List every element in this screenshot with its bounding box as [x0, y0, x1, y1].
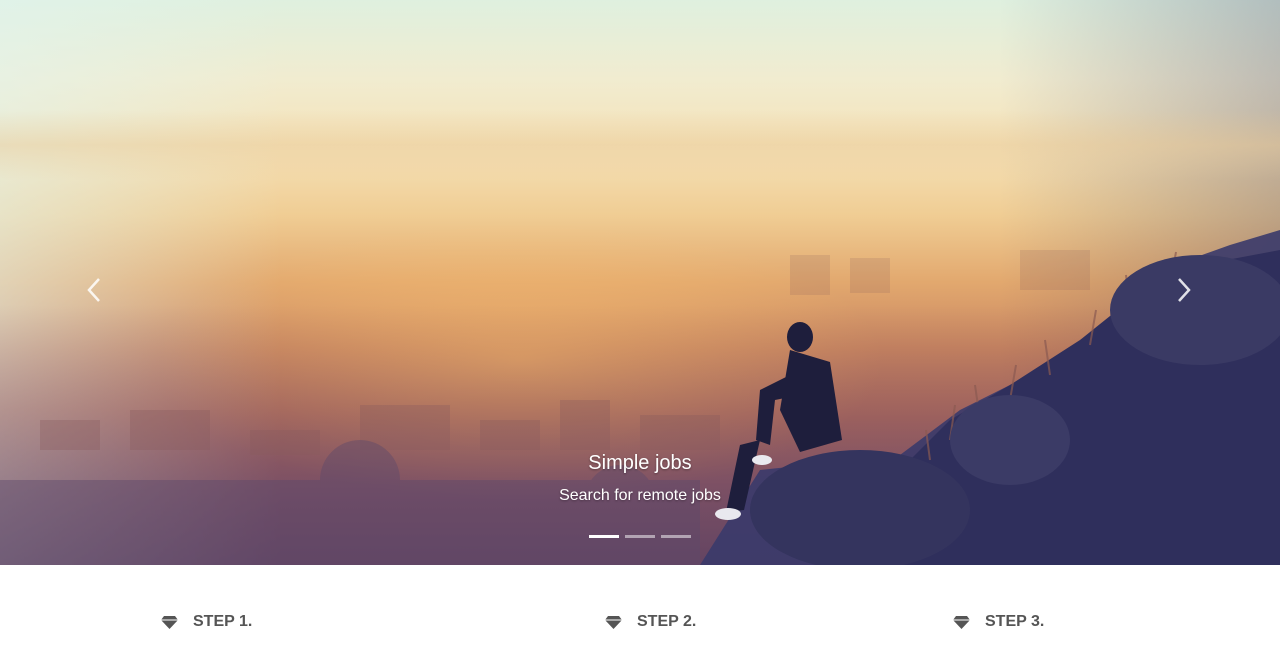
carousel-indicator-2[interactable] — [625, 535, 655, 538]
carousel-indicators — [589, 535, 691, 538]
slide-title: Simple jobs — [588, 452, 692, 474]
step-1-label: STEP 1. — [193, 613, 253, 630]
chevron-left-icon — [87, 278, 100, 302]
step-1: STEP 1. — [161, 613, 252, 631]
diamond-icon — [605, 615, 622, 629]
carousel-indicator-3[interactable] — [661, 535, 691, 538]
chevron-right-icon — [1178, 278, 1191, 302]
diamond-icon — [161, 615, 178, 629]
slide-subtitle: Search for remote jobs — [559, 487, 721, 504]
step-3-label: STEP 3. — [985, 613, 1045, 630]
hero-image — [0, 230, 1280, 565]
step-2: STEP 2. — [605, 613, 696, 631]
step-2-label: STEP 2. — [637, 613, 697, 630]
step-3: STEP 3. — [953, 613, 1044, 631]
hero-carousel: Simple jobs Search for remote jobs — [0, 0, 1280, 565]
steps-section: STEP 1. STEP 2. STEP 3. — [0, 565, 1280, 656]
carousel-indicator-1[interactable] — [589, 535, 619, 538]
carousel-prev-button[interactable] — [74, 268, 114, 312]
carousel-next-button[interactable] — [1164, 268, 1204, 312]
diamond-icon — [953, 615, 970, 629]
